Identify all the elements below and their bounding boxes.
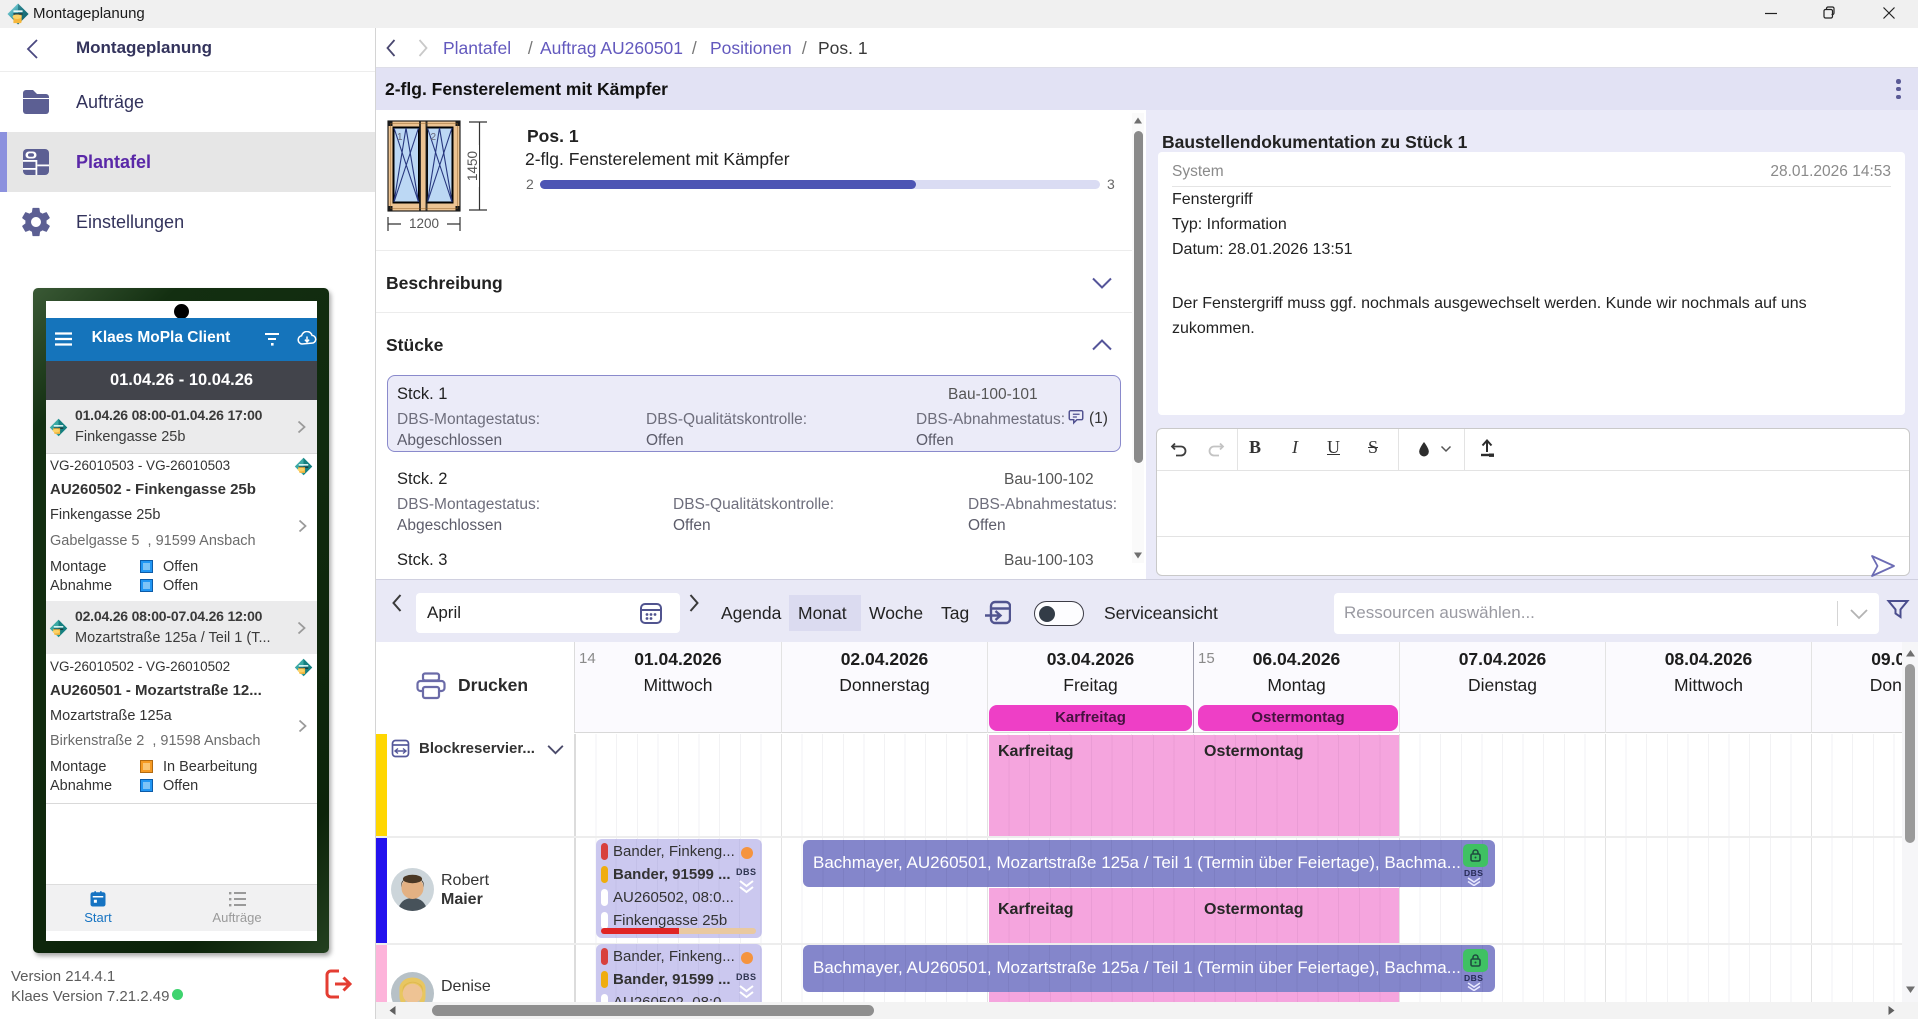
svg-text:1: 1 (397, 132, 403, 143)
svg-text:1450: 1450 (465, 151, 480, 181)
svg-text:1200: 1200 (409, 216, 439, 231)
svg-text:2: 2 (431, 132, 437, 143)
